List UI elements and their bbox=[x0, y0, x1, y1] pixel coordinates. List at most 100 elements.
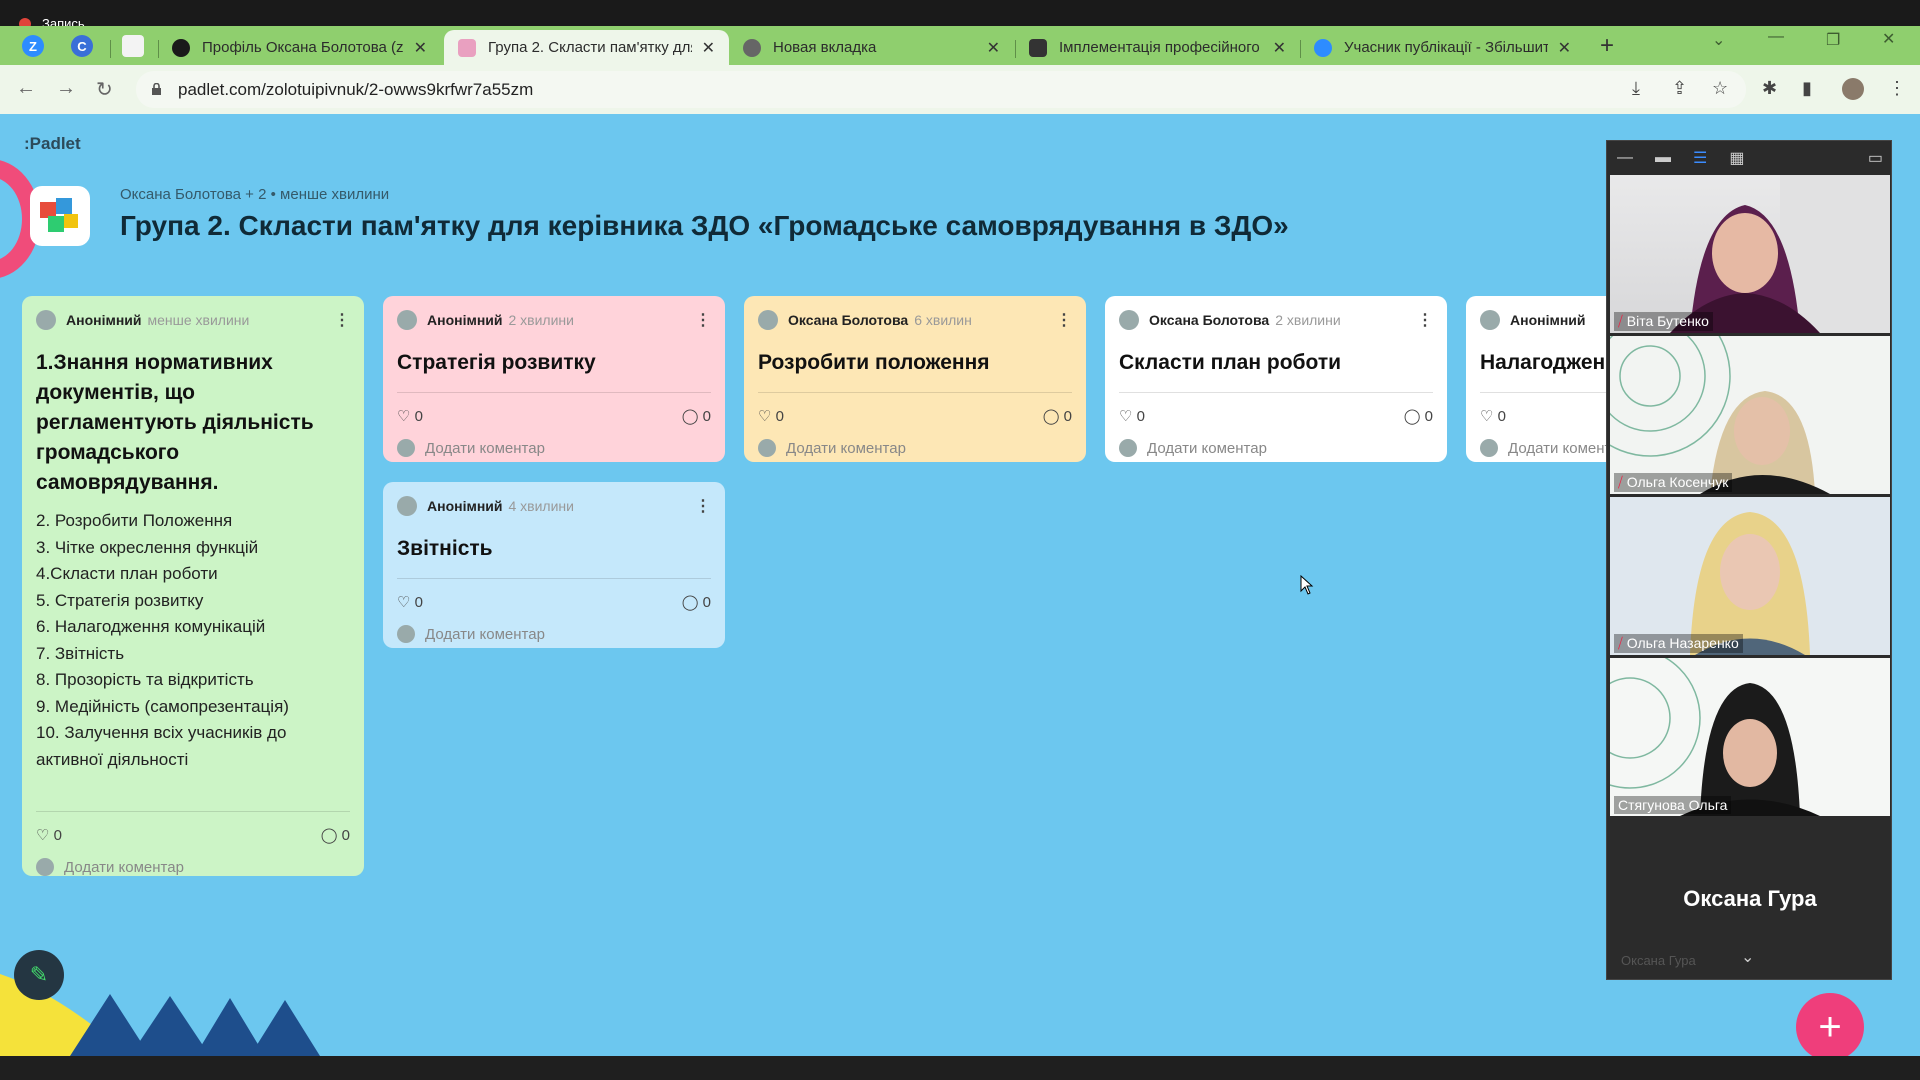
post-menu-icon[interactable]: ⋮ bbox=[1417, 310, 1433, 330]
window-close-icon[interactable]: ✕ bbox=[1882, 29, 1895, 49]
add-comment-label: Додати коментар bbox=[1147, 439, 1267, 457]
browser-tab-bar: Z C Профіль Оксана Болотова (zo ✕ Група … bbox=[0, 26, 1920, 65]
add-comment-button[interactable]: Додати коментар bbox=[397, 439, 711, 457]
comment-count-button[interactable]: ◯ 0 bbox=[682, 593, 711, 611]
tab-title: Новая вкладка bbox=[773, 39, 877, 56]
post-card[interactable]: Оксана Болотова 2 хвилини ⋮ Скласти план… bbox=[1105, 296, 1447, 462]
edit-pencil-icon[interactable]: ✎ bbox=[14, 950, 64, 1000]
speaker-view-icon[interactable]: ▬ bbox=[1655, 149, 1671, 167]
like-button[interactable]: ♡ 0 bbox=[36, 826, 62, 844]
add-comment-button[interactable]: Додати коментар bbox=[397, 625, 711, 643]
post-menu-icon[interactable]: ⋮ bbox=[695, 310, 711, 330]
post-card[interactable]: Анонімний менше хвилини ⋮ 1.Знання норма… bbox=[22, 296, 364, 876]
post-menu-icon[interactable]: ⋮ bbox=[334, 310, 350, 330]
like-count: 0 bbox=[1136, 408, 1145, 425]
comment-count-button[interactable]: ◯ 0 bbox=[1043, 407, 1072, 425]
post-menu-icon[interactable]: ⋮ bbox=[1056, 310, 1072, 330]
profile-avatar[interactable] bbox=[1842, 78, 1864, 100]
expand-panel-icon[interactable]: ▭ bbox=[1868, 148, 1883, 168]
post-stats: ♡ 0 ◯ 0 bbox=[36, 826, 350, 844]
tab-favicon-icon bbox=[458, 38, 476, 57]
comment-count-button[interactable]: ◯ 0 bbox=[321, 826, 350, 844]
padlet-logo[interactable]: :Padlet bbox=[24, 134, 81, 154]
like-count: 0 bbox=[775, 408, 784, 425]
tab-close-icon[interactable]: ✕ bbox=[1558, 38, 1571, 58]
bookmark-star-icon[interactable]: ☆ bbox=[1712, 78, 1728, 99]
mic-muted-icon: ⧸ bbox=[1618, 474, 1623, 490]
post-header: Анонімний 2 хвилини ⋮ bbox=[397, 310, 711, 330]
video-panel: — ▬ ☰ ▦ ▭ ⧸ Віта Бутенко ⧸ Ольга Косенчук bbox=[1606, 140, 1892, 980]
post-body-line: 3. Чітке окреслення функцій bbox=[36, 537, 259, 557]
add-comment-button[interactable]: Додати коментар bbox=[36, 858, 350, 876]
post-body-line: 4.Скласти план роботи bbox=[36, 564, 218, 583]
canva-tab-icon[interactable]: C bbox=[71, 35, 93, 57]
participant-video bbox=[1610, 497, 1890, 655]
post-card[interactable]: Оксана Болотова 6 хвилин ⋮ Розробити пол… bbox=[744, 296, 1086, 462]
zoom-tab-icon[interactable]: Z bbox=[22, 35, 44, 57]
comment-count-button[interactable]: ◯ 0 bbox=[1404, 407, 1433, 425]
tab-implementation[interactable]: Імплементація професійного ✕ bbox=[1015, 30, 1300, 65]
side-panel-icon[interactable]: ▮ bbox=[1802, 78, 1812, 99]
minimize-icon[interactable]: — bbox=[1768, 28, 1784, 46]
like-button[interactable]: ♡ 0 bbox=[397, 407, 423, 425]
avatar bbox=[1119, 310, 1139, 330]
tab-new[interactable]: Новая вкладка ✕ bbox=[729, 30, 1014, 65]
like-button[interactable]: ♡ 0 bbox=[1119, 407, 1145, 425]
comment-count-button[interactable]: ◯ 0 bbox=[682, 407, 711, 425]
tab-close-icon[interactable]: ✕ bbox=[1273, 38, 1286, 58]
mic-muted-icon: ⧸ bbox=[1618, 635, 1623, 651]
video-tile[interactable]: ⧸ Віта Бутенко bbox=[1610, 175, 1890, 333]
active-speaker-name: Оксана Гура bbox=[1683, 886, 1817, 911]
participant-name: ⧸ Ольга Косенчук bbox=[1614, 473, 1733, 492]
avatar bbox=[758, 439, 776, 457]
add-post-button[interactable]: + bbox=[1796, 993, 1864, 1056]
divider bbox=[36, 811, 350, 812]
board-icon bbox=[30, 186, 90, 246]
new-tab-button[interactable]: + bbox=[1600, 32, 1614, 60]
extensions-icon[interactable]: ✱ bbox=[1762, 78, 1777, 99]
list-view-icon[interactable]: ☰ bbox=[1693, 148, 1707, 168]
add-comment-label: Додати коментар bbox=[425, 625, 545, 643]
reload-icon[interactable]: ↻ bbox=[96, 77, 113, 102]
gallery-view-icon[interactable]: ▦ bbox=[1729, 148, 1744, 168]
tab-separator bbox=[110, 40, 111, 58]
forward-icon[interactable]: → bbox=[56, 77, 76, 100]
video-tile[interactable]: ⧸ Ольга Косенчук bbox=[1610, 336, 1890, 494]
video-tile[interactable]: Стягунова Ольга bbox=[1610, 658, 1890, 816]
minimize-panel-icon[interactable]: — bbox=[1617, 149, 1633, 167]
restore-icon[interactable]: ❐ bbox=[1826, 30, 1840, 50]
address-bar: ← → ↻ padlet.com/zolotuipivnuk/2-owws9kr… bbox=[0, 65, 1920, 114]
post-menu-icon[interactable]: ⋮ bbox=[695, 496, 711, 516]
tab-close-icon[interactable]: ✕ bbox=[414, 38, 427, 58]
participant-name: ⧸ Ольга Назаренко bbox=[1614, 634, 1743, 653]
tab-close-icon[interactable]: ✕ bbox=[987, 38, 1000, 58]
tab-search-icon[interactable]: ⌄ bbox=[1712, 30, 1725, 50]
tab-close-icon[interactable]: ✕ bbox=[702, 38, 715, 58]
comment-count: 0 bbox=[702, 408, 711, 425]
video-tile[interactable]: ⧸ Ольга Назаренко bbox=[1610, 497, 1890, 655]
chevron-down-icon[interactable]: ⌄ bbox=[1741, 947, 1754, 967]
like-button[interactable]: ♡ 0 bbox=[397, 593, 423, 611]
post-card[interactable]: Анонімний 2 хвилини ⋮ Стратегія розвитку… bbox=[383, 296, 725, 462]
tab-favicon-icon bbox=[172, 38, 190, 57]
participant-name: Стягунова Ольга bbox=[1614, 796, 1732, 814]
post-body: 2. Розробити Положення 3. Чітке окреслен… bbox=[36, 508, 350, 773]
like-button[interactable]: ♡ 0 bbox=[758, 407, 784, 425]
tab-zoom-participant[interactable]: Учасник публікації - Збільшит ✕ bbox=[1300, 30, 1585, 65]
add-comment-button[interactable]: Додати коментар bbox=[758, 439, 1072, 457]
back-icon[interactable]: ← bbox=[16, 77, 36, 100]
active-speaker-label: Оксана Гура bbox=[1621, 953, 1696, 968]
padlet-pinned-tab-icon[interactable] bbox=[122, 35, 144, 57]
puzzle-icon bbox=[40, 198, 78, 232]
like-button[interactable]: ♡ 0 bbox=[1480, 407, 1506, 425]
post-card[interactable]: Анонімний 4 хвилини ⋮ Звітність ♡ 0 ◯ 0 … bbox=[383, 482, 725, 648]
taskbar-strip bbox=[0, 1056, 1920, 1080]
tab-padlet-active[interactable]: Група 2. Скласти пам'ятку для ✕ bbox=[444, 30, 729, 65]
share-icon[interactable]: ⇪ bbox=[1672, 78, 1687, 99]
install-icon[interactable]: ⤓ bbox=[1632, 78, 1640, 99]
tab-profile[interactable]: Профіль Оксана Болотова (zo ✕ bbox=[158, 30, 441, 65]
add-comment-button[interactable]: Додати коментар bbox=[1119, 439, 1433, 457]
comment-count: 0 bbox=[341, 827, 350, 844]
comment-count: 0 bbox=[1063, 408, 1072, 425]
menu-kebab-icon[interactable]: ⋮ bbox=[1888, 78, 1906, 99]
